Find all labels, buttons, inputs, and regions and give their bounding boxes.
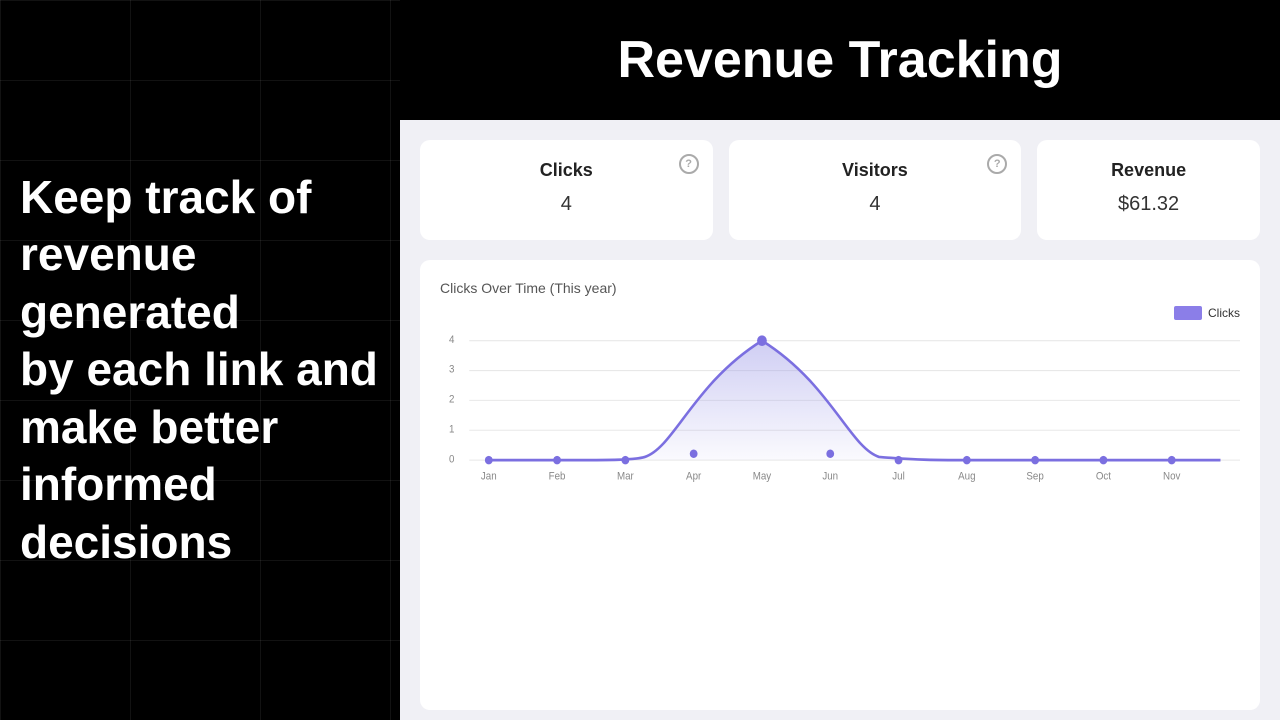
help-icon-visitors[interactable]: ? (987, 154, 1007, 174)
chart-dot-oct (1100, 456, 1108, 465)
stat-value-visitors: 4 (869, 193, 880, 216)
headline-line-3: by each link and (20, 341, 380, 399)
svg-text:4: 4 (449, 334, 455, 345)
legend-color-box (1174, 306, 1202, 320)
chart-dot-jan (485, 456, 493, 465)
chart-dot-may (757, 335, 767, 346)
svg-text:Oct: Oct (1096, 471, 1111, 482)
legend-label: Clicks (1208, 306, 1240, 320)
page-header: Revenue Tracking (400, 0, 1280, 120)
chart-dot-nov (1168, 456, 1176, 465)
svg-text:Jun: Jun (822, 471, 838, 482)
headline-line-4: make better (20, 399, 380, 457)
svg-text:Nov: Nov (1163, 471, 1181, 482)
chart-dot-aug (963, 456, 971, 465)
stat-card-revenue: Revenue $61.32 (1037, 140, 1260, 240)
chart-title: Clicks Over Time (This year) (440, 280, 1240, 296)
svg-text:Sep: Sep (1026, 471, 1044, 482)
stats-area: ? Clicks 4 ? Visitors 4 Revenue $61.32 (400, 120, 1280, 240)
svg-text:0: 0 (449, 454, 455, 465)
help-icon-clicks[interactable]: ? (679, 154, 699, 174)
chart-dot-feb (553, 456, 561, 465)
chart-dot-sep (1031, 456, 1039, 465)
stat-label-visitors: Visitors (842, 160, 908, 181)
headline-line-2: revenue generated (20, 226, 380, 341)
svg-text:Feb: Feb (549, 471, 566, 482)
stat-label-clicks: Clicks (540, 160, 593, 181)
svg-text:1: 1 (449, 424, 455, 435)
chart-dot-jul (895, 456, 903, 465)
stat-label-revenue: Revenue (1111, 160, 1186, 181)
svg-text:Jul: Jul (892, 471, 904, 482)
chart-svg-wrapper: 4 3 2 1 0 (440, 330, 1240, 490)
headline-text: Keep track of revenue generated by each … (20, 169, 380, 572)
chart-dot-jun (826, 449, 834, 458)
left-panel: Keep track of revenue generated by each … (0, 0, 400, 720)
chart-legend: Clicks (440, 306, 1240, 320)
headline-line-1: Keep track of (20, 169, 380, 227)
stat-value-clicks: 4 (561, 193, 572, 216)
chart-area: Clicks Over Time (This year) Clicks 4 3 … (400, 240, 1280, 720)
svg-text:Aug: Aug (958, 471, 976, 482)
chart-dot-mar (621, 456, 629, 465)
chart-svg: 4 3 2 1 0 (440, 330, 1240, 490)
headline-line-5: informed decisions (20, 456, 380, 571)
svg-text:Mar: Mar (617, 471, 634, 482)
chart-dot-apr (690, 449, 698, 458)
svg-text:3: 3 (449, 364, 455, 375)
left-content: Keep track of revenue generated by each … (0, 0, 400, 720)
stat-card-clicks: ? Clicks 4 (420, 140, 713, 240)
stat-value-revenue: $61.32 (1118, 193, 1179, 216)
right-panel: Revenue Tracking ? Clicks 4 ? Visitors 4… (400, 0, 1280, 720)
svg-text:May: May (753, 471, 772, 482)
svg-text:Apr: Apr (686, 471, 702, 482)
svg-text:2: 2 (449, 394, 455, 405)
page-title: Revenue Tracking (420, 30, 1260, 90)
chart-container: Clicks Over Time (This year) Clicks 4 3 … (420, 260, 1260, 710)
stat-card-visitors: ? Visitors 4 (729, 140, 1022, 240)
svg-text:Jan: Jan (481, 471, 497, 482)
